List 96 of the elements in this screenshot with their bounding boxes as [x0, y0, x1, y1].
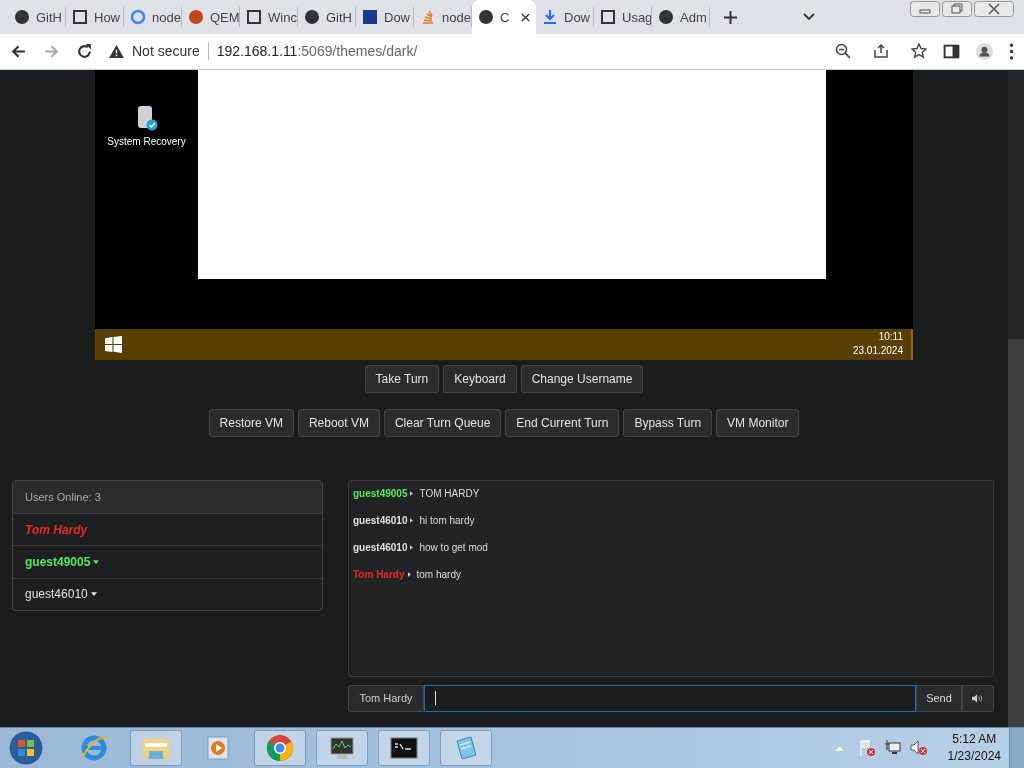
pointer-icon — [410, 490, 414, 496]
users-online-header: Users Online: 3 — [13, 480, 322, 513]
browser-tab[interactable]: Winc — [240, 7, 298, 27]
security-label: Not secure — [132, 43, 200, 60]
restore-icon[interactable] — [942, 1, 972, 17]
chat-username: Tom Hardy — [353, 568, 405, 580]
volume-button[interactable] — [962, 684, 994, 712]
chevron-down-icon[interactable] — [803, 13, 815, 21]
tab-title: How — [94, 9, 120, 25]
chrome-icon[interactable] — [265, 733, 295, 764]
address-bar[interactable]: Not secure 192.168.1.11:5069/themes/dark/ — [109, 37, 927, 66]
tab-title: GitH — [36, 9, 62, 25]
taskbar-date: 1/23/2024 — [947, 748, 1001, 766]
start-button[interactable] — [8, 730, 44, 767]
tab-title: Winc — [268, 9, 297, 25]
user-name: guest46010 — [25, 587, 88, 602]
chat-message: hi tom hardy — [419, 514, 475, 526]
warning-icon — [109, 44, 124, 58]
clock-date: 23.01.2024 — [852, 344, 903, 359]
control-button[interactable]: Keyboard — [443, 364, 517, 393]
tab-title: QEM — [210, 9, 239, 25]
browser-tab[interactable]: Dow — [356, 7, 414, 27]
site-icon — [72, 9, 88, 25]
admin-button[interactable]: VM Monitor — [716, 408, 800, 437]
speaker-icon[interactable] — [972, 693, 984, 703]
chat-message: how to get mod — [419, 541, 488, 553]
caret-icon[interactable] — [93, 559, 100, 564]
browser-tab[interactable]: QEM — [182, 7, 240, 27]
tab-title: node — [442, 9, 471, 25]
flag-icon[interactable] — [857, 739, 876, 758]
browser-tab[interactable]: How — [66, 7, 124, 27]
reload-icon[interactable] — [76, 42, 93, 60]
chat-username: guest49005 — [353, 487, 408, 499]
tab-title: Usag — [622, 9, 651, 25]
profile-icon[interactable] — [976, 42, 993, 60]
send-button[interactable]: Send — [916, 684, 962, 712]
tab-title: node — [152, 9, 181, 25]
site-icon — [304, 9, 320, 25]
close-icon[interactable] — [974, 1, 1014, 17]
pointer-icon — [407, 571, 411, 577]
vm-screen[interactable]: System Recovery 10:11 23.01.2024 — [95, 69, 913, 360]
share-icon[interactable] — [873, 43, 889, 60]
zoom-icon[interactable] — [835, 43, 851, 60]
caret-icon[interactable] — [90, 592, 97, 597]
pointer-icon — [410, 517, 414, 523]
chat-username: guest46010 — [353, 514, 408, 526]
browser-tab[interactable]: Usag — [594, 7, 652, 27]
username-label: Tom Hardy — [348, 684, 424, 712]
download-icon — [542, 9, 558, 25]
menu-icon[interactable] — [1009, 42, 1014, 60]
browser-tab[interactable]: GitH — [298, 7, 356, 27]
site-icon — [658, 9, 674, 25]
browser-tab[interactable]: GitH — [8, 7, 66, 27]
user-row[interactable]: guest46010 — [13, 577, 322, 610]
browser-tab[interactable]: Adm — [652, 7, 710, 27]
browser-tab[interactable]: C — [472, 0, 536, 34]
user-name: Tom Hardy — [25, 522, 88, 537]
clock-time: 10:11 — [878, 330, 903, 345]
tab-title: Adm — [680, 9, 707, 25]
admin-button[interactable]: End Current Turn — [505, 408, 620, 437]
windows-logo-icon[interactable] — [105, 335, 122, 353]
admin-button[interactable]: Restore VM — [208, 408, 294, 437]
star-icon[interactable] — [911, 43, 927, 60]
tab-title: Dow — [384, 9, 410, 25]
new-tab-icon[interactable] — [724, 10, 737, 24]
url-text: 192.168.1.11:5069/themes/dark/ — [216, 43, 419, 60]
admin-button[interactable]: Bypass Turn — [623, 408, 713, 437]
site-icon — [246, 9, 262, 25]
site-icon — [600, 9, 616, 25]
taskbar-time: 5:12 AM — [952, 731, 997, 749]
user-row[interactable]: guest49005 — [13, 545, 322, 578]
user-name: guest49005 — [25, 554, 91, 569]
speaker-icon[interactable] — [909, 739, 928, 758]
site-icon — [188, 9, 204, 25]
admin-button[interactable]: Clear Turn Queue — [383, 408, 502, 437]
chat-message: TOM HARDY — [419, 487, 480, 499]
control-button[interactable]: Take Turn — [364, 364, 440, 393]
chat-input[interactable] — [424, 684, 916, 712]
pointer-icon — [410, 544, 414, 550]
site-icon — [420, 9, 436, 25]
admin-button[interactable]: Reboot VM — [297, 408, 380, 437]
tab-title: GitH — [326, 9, 352, 25]
browser-tab[interactable]: Dow — [536, 7, 594, 27]
control-button[interactable]: Change Username — [520, 364, 644, 393]
tab-title: Dow — [564, 9, 590, 25]
scrollbar[interactable] — [1008, 69, 1024, 728]
browser-tab[interactable]: node — [124, 7, 182, 27]
side-panel-icon[interactable] — [943, 42, 960, 60]
close-icon[interactable] — [521, 12, 530, 22]
site-icon — [14, 9, 30, 25]
chat-username: guest46010 — [353, 541, 408, 553]
desktop-icon-label[interactable]: System Recovery — [107, 135, 186, 147]
site-icon — [478, 9, 494, 25]
user-row[interactable]: Tom Hardy — [13, 512, 322, 546]
chat-message: tom hardy — [416, 568, 461, 580]
tab-title: C — [500, 9, 510, 25]
